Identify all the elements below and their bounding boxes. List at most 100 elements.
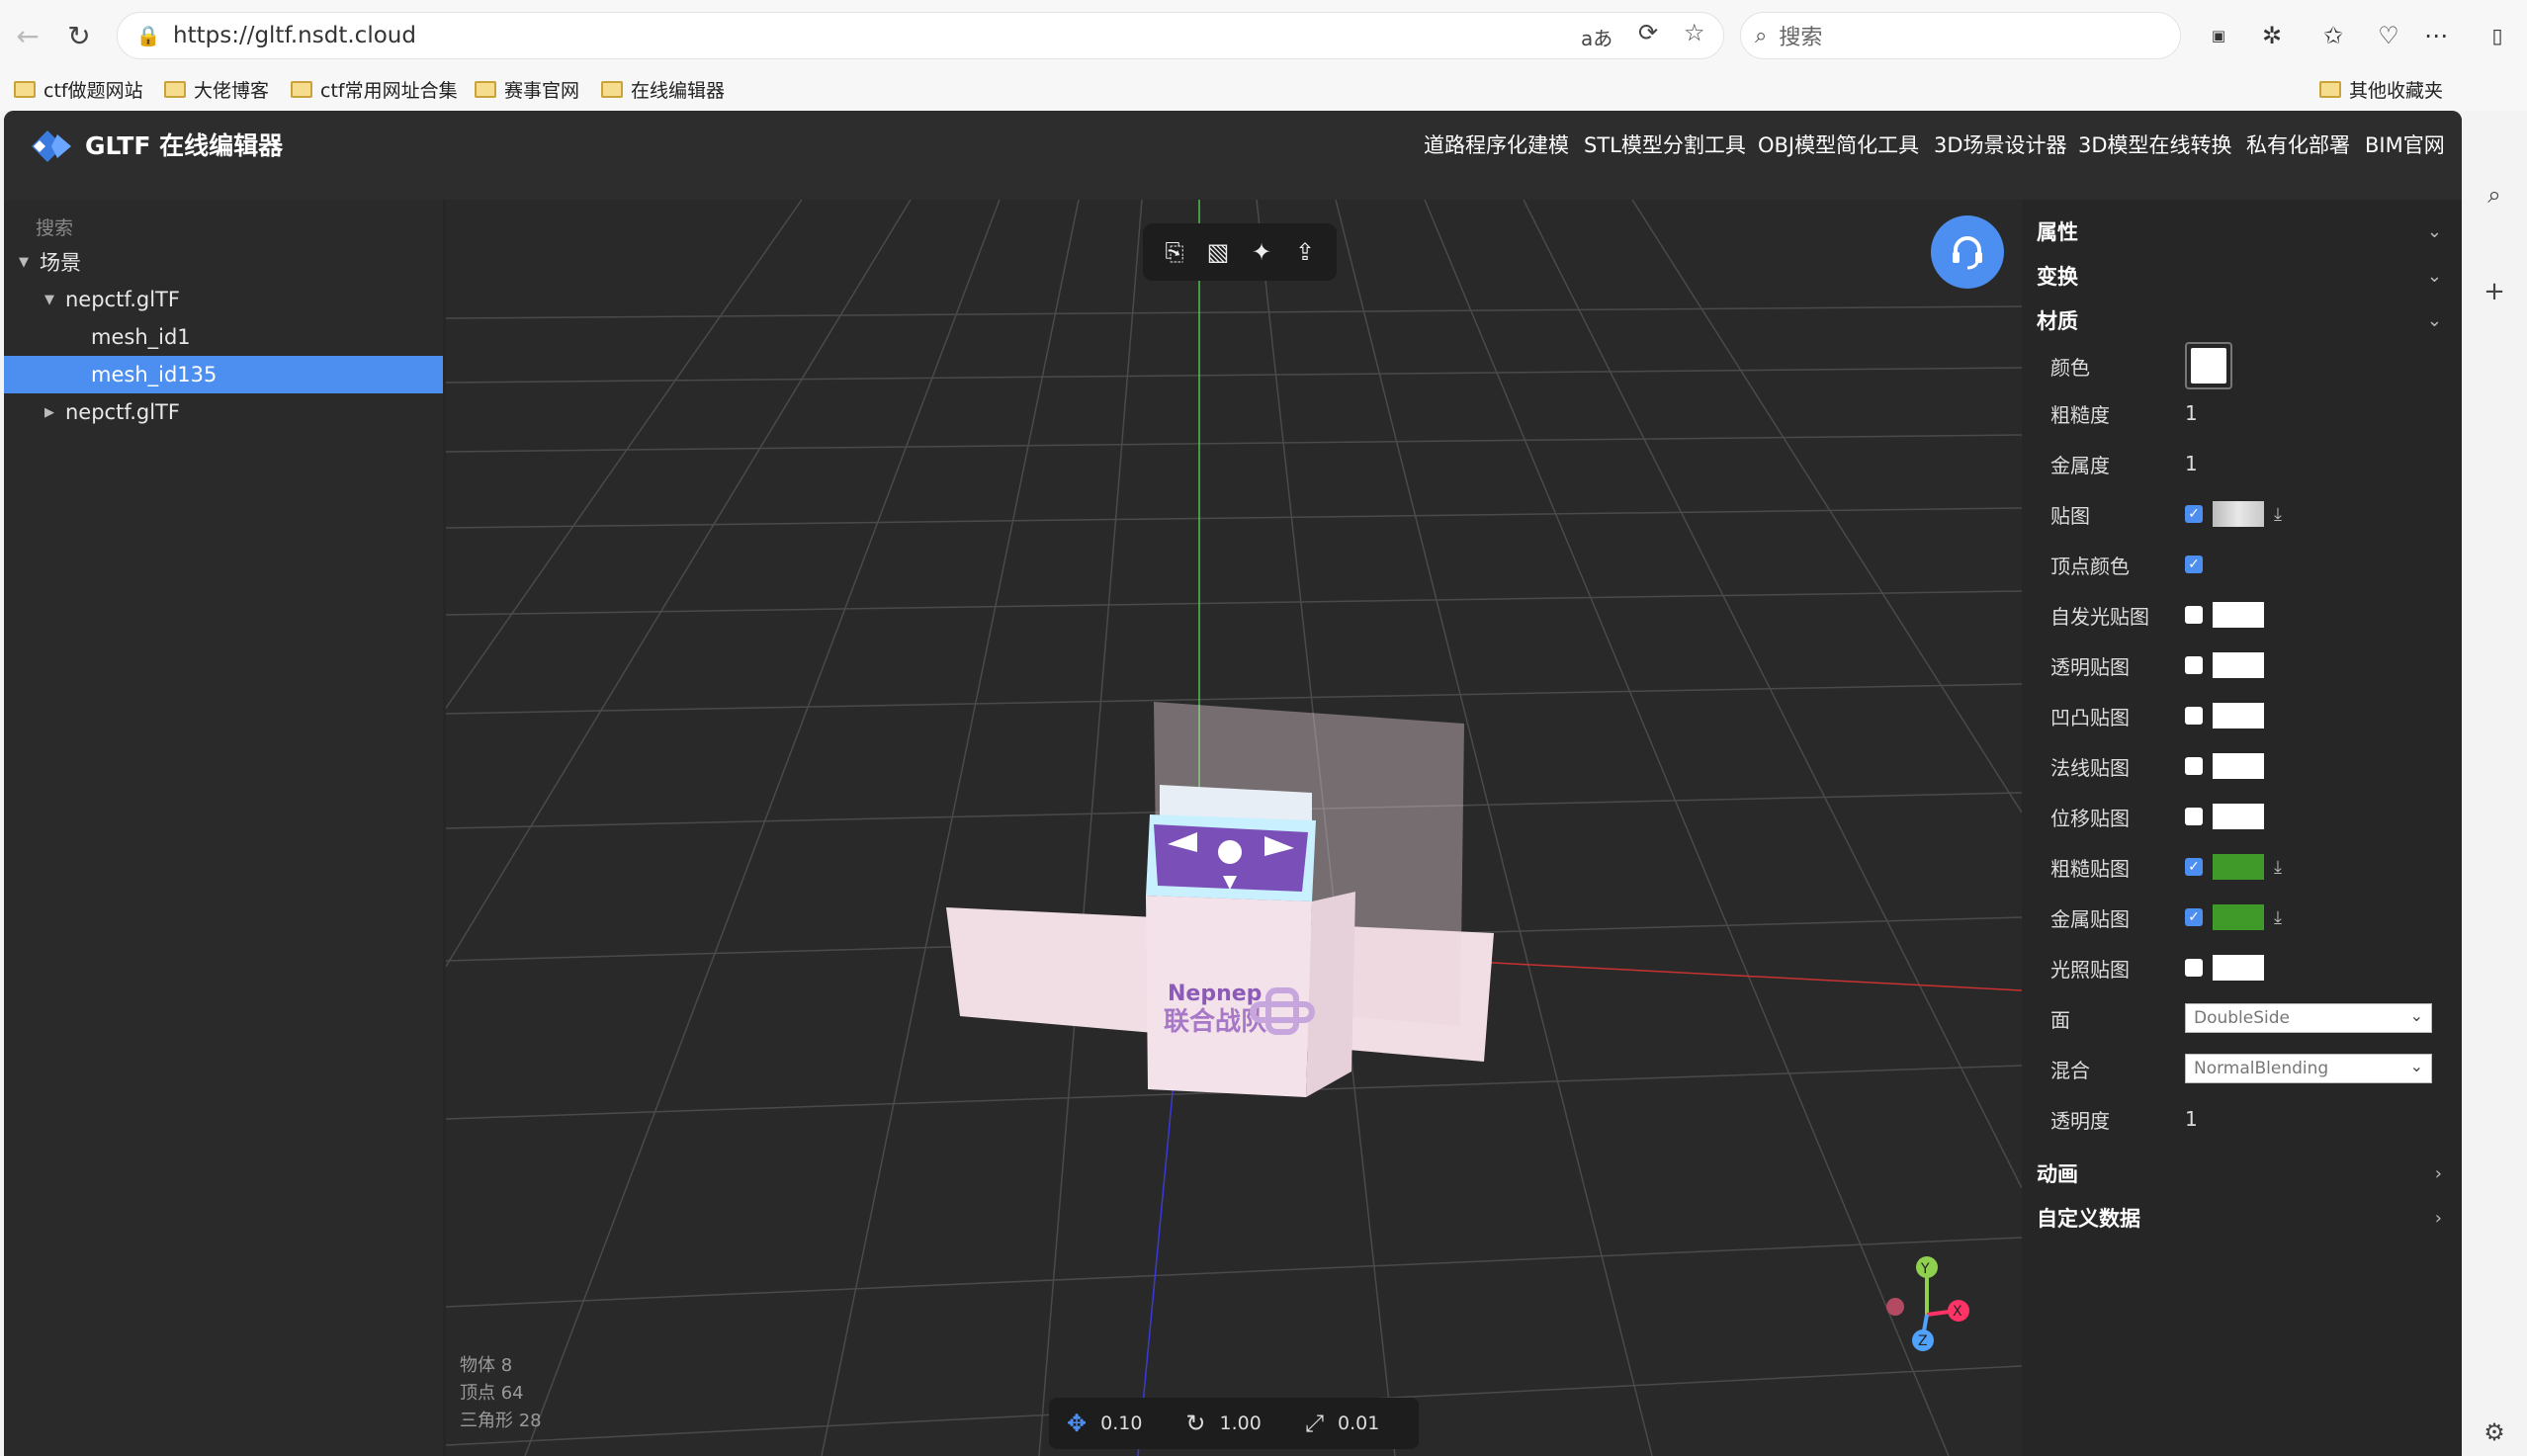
map-swatch[interactable] xyxy=(2213,501,2264,527)
focus-icon[interactable]: ✦ xyxy=(1243,238,1280,266)
metalness-input[interactable]: 1 xyxy=(2185,452,2198,475)
back-icon[interactable]: ← xyxy=(8,16,47,55)
browser-essentials-icon[interactable]: ♡ xyxy=(2369,16,2408,55)
color-picker[interactable] xyxy=(2185,342,2232,389)
rotate-icon: ↻ xyxy=(1185,1410,1206,1437)
bump-map-checkbox[interactable] xyxy=(2185,707,2203,725)
download-icon[interactable]: ⤓ xyxy=(2274,504,2282,525)
scale-snap[interactable]: ⤢ 0.01 xyxy=(1305,1410,1380,1437)
tree-item-mesh-id1[interactable]: mesh_id1 xyxy=(4,318,443,356)
browser-search[interactable]: ⌕ 搜索 xyxy=(1740,12,2181,59)
import-icon[interactable]: ⎘ xyxy=(1156,238,1193,266)
nav-bim[interactable]: BIM官网 xyxy=(2365,125,2445,166)
browser-sidebar: ⌕ + ⚙ xyxy=(2462,111,2527,1456)
bump-map-swatch[interactable] xyxy=(2213,703,2264,728)
light-map-swatch[interactable] xyxy=(2213,955,2264,981)
sidebar-toggle-icon[interactable]: ▯ xyxy=(2478,16,2517,55)
bookmark-other[interactable]: 其他收藏夹 xyxy=(2319,73,2443,105)
emissive-map-checkbox[interactable] xyxy=(2185,606,2203,624)
favorites-icon[interactable]: ✩ xyxy=(2313,16,2353,55)
scene-tree-panel: 搜索 ▼ 场景 ▼ nepctf.glTF mesh_id1 mesh_id13… xyxy=(4,200,443,1456)
roughness-map-checkbox[interactable]: ✓ xyxy=(2185,858,2203,876)
app-title: GLTF 在线编辑器 xyxy=(85,131,284,160)
download-icon[interactable]: ⤓ xyxy=(2274,857,2282,878)
side-select[interactable]: DoubleSide ⌄ xyxy=(2185,1003,2432,1033)
opacity-input[interactable]: 1 xyxy=(2185,1107,2198,1131)
section-custom-data[interactable]: 自定义数据 › xyxy=(2037,1198,2462,1238)
address-bar[interactable]: 🔒 https://gltf.nsdt.cloud aあ ⟳ ☆ xyxy=(117,12,1724,59)
scale-icon: ⤢ xyxy=(1304,1410,1325,1437)
screenshot-icon[interactable]: ▧ xyxy=(1199,238,1237,266)
rotate-snap[interactable]: ↻ 1.00 xyxy=(1185,1410,1261,1437)
map-checkbox[interactable]: ✓ xyxy=(2185,505,2203,523)
nav-obj-simplify[interactable]: OBJ模型简化工具 xyxy=(1758,125,1919,166)
normal-map-swatch[interactable] xyxy=(2213,753,2264,779)
chevron-right-icon: › xyxy=(2434,1207,2442,1229)
blending-select[interactable]: NormalBlending ⌄ xyxy=(2185,1054,2432,1083)
displacement-map-checkbox[interactable] xyxy=(2185,808,2203,825)
tree-root-scene[interactable]: ▼ 场景 xyxy=(4,243,443,281)
bookmarks-bar: ctf做题网站 大佬博客 ctf常用网址合集 赛事官网 在线编辑器 其他收藏夹 xyxy=(0,69,2527,109)
alpha-map-swatch[interactable] xyxy=(2213,652,2264,678)
bookmark-contests[interactable]: 赛事官网 xyxy=(475,73,579,105)
reader-icon[interactable]: ⟳ xyxy=(1638,19,1658,46)
nav-stl-split[interactable]: STL模型分割工具 xyxy=(1584,125,1746,166)
folder-icon xyxy=(164,80,186,98)
nav-private-deploy[interactable]: 私有化部署 xyxy=(2246,125,2350,166)
tree-item-nepctf-2[interactable]: ▶ nepctf.glTF xyxy=(4,393,443,431)
support-button[interactable] xyxy=(1931,215,2004,289)
svg-text:X: X xyxy=(1953,1304,1962,1320)
section-transform[interactable]: 变换 ⌄ xyxy=(2037,256,2462,296)
sidebar-add-icon[interactable]: + xyxy=(2478,275,2511,308)
vertex-colors-checkbox[interactable]: ✓ xyxy=(2185,556,2203,573)
chevron-down-icon: ⌄ xyxy=(2426,265,2442,287)
mi-icon[interactable]: ▣ xyxy=(2199,16,2238,55)
transform-snap-bar: ✥ 0.10 ↻ 1.00 ⤢ 0.01 xyxy=(1049,1398,1419,1449)
tree-item-nepctf-1[interactable]: ▼ nepctf.glTF xyxy=(4,281,443,318)
metalness-map-checkbox[interactable]: ✓ xyxy=(2185,908,2203,926)
browser-search-placeholder: 搜索 xyxy=(1779,26,1823,50)
roughness-input[interactable]: 1 xyxy=(2185,401,2198,425)
section-attributes[interactable]: 属性 ⌄ xyxy=(2037,212,2462,251)
roughness-map-swatch[interactable] xyxy=(2213,854,2264,880)
more-icon[interactable]: ⋯ xyxy=(2416,16,2456,55)
svg-text:Y: Y xyxy=(1920,1261,1930,1277)
section-animation[interactable]: 动画 › xyxy=(2037,1154,2462,1193)
translate-snap[interactable]: ✥ 0.10 xyxy=(1067,1410,1142,1437)
nav-scene-designer[interactable]: 3D场景设计器 xyxy=(1934,125,2067,166)
light-map-checkbox[interactable] xyxy=(2185,959,2203,977)
emissive-map-swatch[interactable] xyxy=(2213,602,2264,628)
alpha-map-checkbox[interactable] xyxy=(2185,656,2203,674)
export-icon[interactable]: ⇪ xyxy=(1286,238,1324,266)
bookmark-editors[interactable]: 在线编辑器 xyxy=(601,73,725,105)
row-light-map: 光照贴图 xyxy=(2050,948,2446,987)
bookmark-ctf-sites[interactable]: ctf做题网站 xyxy=(14,73,143,105)
browser-chrome: ← ↻ 🔒 https://gltf.nsdt.cloud aあ ⟳ ☆ ⌕ 搜… xyxy=(0,0,2527,111)
extensions-icon[interactable]: ✲ xyxy=(2252,16,2292,55)
metalness-map-swatch[interactable] xyxy=(2213,904,2264,930)
tree-item-mesh-id135[interactable]: mesh_id135 xyxy=(4,356,443,393)
nav-model-convert[interactable]: 3D模型在线转换 xyxy=(2078,125,2232,166)
controller-logo-top xyxy=(1154,824,1308,892)
folder-icon xyxy=(601,80,623,98)
sidebar-settings-icon[interactable]: ⚙ xyxy=(2478,1415,2511,1449)
displacement-map-swatch[interactable] xyxy=(2213,804,2264,829)
tree-search[interactable]: 搜索 xyxy=(36,214,73,240)
sidebar-search-icon[interactable]: ⌕ xyxy=(2478,178,2511,212)
translate-icon[interactable]: aあ xyxy=(1581,23,1612,51)
folder-icon xyxy=(475,80,496,98)
nav-road-modeling[interactable]: 道路程序化建模 xyxy=(1424,125,1569,166)
bookmark-blogs[interactable]: 大佬博客 xyxy=(164,73,269,105)
download-icon[interactable]: ⤓ xyxy=(2274,907,2282,928)
section-material[interactable]: 材质 ⌄ xyxy=(2037,300,2462,340)
row-vertex-colors: 顶点颜色 ✓ xyxy=(2050,545,2446,584)
row-emissive-map: 自发光贴图 xyxy=(2050,595,2446,635)
3d-viewport[interactable]: Nepnep 联合战队 Y X Z ⎘ ▧ ✦ ⇪ 物体 8 顶点 64 三角形… xyxy=(446,200,2022,1456)
refresh-icon[interactable]: ↻ xyxy=(59,16,99,55)
normal-map-checkbox[interactable] xyxy=(2185,757,2203,775)
stat-vertices: 顶点 64 xyxy=(460,1383,524,1404)
svg-text:Z: Z xyxy=(1918,1333,1928,1349)
bookmark-ctf-links[interactable]: ctf常用网址合集 xyxy=(291,73,458,105)
chevron-down-icon: ⌄ xyxy=(2409,1057,2423,1075)
star-icon[interactable]: ☆ xyxy=(1684,19,1705,46)
